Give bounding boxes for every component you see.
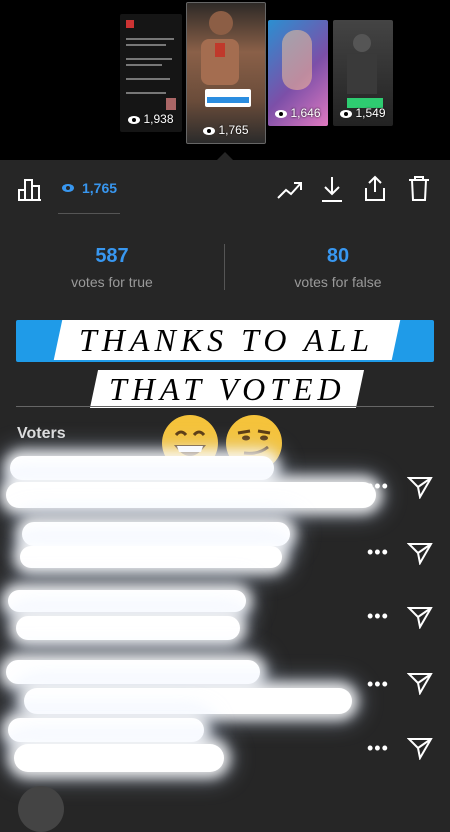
more-options-icon[interactable]: ••• <box>367 542 389 563</box>
overlay-text-line-2: THAT VOTED <box>89 370 365 408</box>
story-thumbnail-1[interactable]: 1,938 <box>120 14 182 132</box>
send-icon[interactable] <box>407 541 433 565</box>
redaction-scribble <box>8 590 246 612</box>
more-options-icon[interactable]: ••• <box>367 476 389 497</box>
story-thumbnail-3[interactable]: 1,646 <box>268 20 328 126</box>
false-votes-count: 80 <box>326 245 350 267</box>
story-views: 1,549 <box>333 106 393 120</box>
story-views: 1,646 <box>268 106 328 120</box>
voters-heading: Voters <box>17 425 66 442</box>
redaction-scribble <box>6 482 376 508</box>
redaction-scribble <box>20 546 282 568</box>
trash-icon[interactable] <box>406 174 432 202</box>
avatar[interactable] <box>18 786 64 832</box>
viewers-count[interactable]: 1,765 <box>82 180 117 196</box>
eye-icon <box>275 109 288 118</box>
overlay-text-line-1: THANKS TO ALL <box>53 320 401 360</box>
avatar <box>126 20 134 28</box>
send-icon[interactable] <box>407 736 433 760</box>
redaction-scribble <box>14 744 224 772</box>
false-votes-label: votes for false <box>294 274 382 290</box>
redaction-scribble <box>6 660 260 684</box>
trending-icon[interactable] <box>276 178 304 202</box>
eye-icon <box>340 109 353 118</box>
divider <box>224 244 225 290</box>
redaction-scribble <box>8 718 204 742</box>
story-thumbnail-4[interactable]: 1,549 <box>333 20 393 126</box>
true-votes-label: votes for true <box>71 274 153 290</box>
story-views: 1,765 <box>187 123 265 137</box>
story-thumbnail-2-selected[interactable]: 1,765 <box>186 2 266 144</box>
redaction-scribble <box>24 688 352 714</box>
section-divider <box>16 406 434 407</box>
story-views: 1,938 <box>120 112 182 126</box>
eye-icon <box>62 184 74 192</box>
more-options-icon[interactable]: ••• <box>367 606 389 627</box>
poll-false-result: 80 votes for false <box>228 245 448 290</box>
send-icon[interactable] <box>407 671 433 695</box>
download-icon[interactable] <box>320 175 344 203</box>
more-options-icon[interactable]: ••• <box>367 674 389 695</box>
more-options-icon[interactable]: ••• <box>367 738 389 759</box>
redaction-scribble <box>22 522 290 546</box>
story-thumbnail-strip: 1,938 1,765 1,646 1,549 <box>0 0 450 162</box>
eye-icon <box>203 126 216 135</box>
share-icon[interactable] <box>362 174 388 202</box>
redaction-scribble <box>16 616 240 640</box>
insights-icon[interactable] <box>17 176 43 202</box>
redaction-scribble <box>10 456 274 480</box>
tab-underline <box>58 213 120 214</box>
send-icon[interactable] <box>407 605 433 629</box>
poll-true-result: 587 votes for true <box>2 245 222 290</box>
send-icon[interactable] <box>407 475 433 499</box>
eye-icon <box>128 115 141 124</box>
true-votes-count: 587 <box>95 245 129 267</box>
